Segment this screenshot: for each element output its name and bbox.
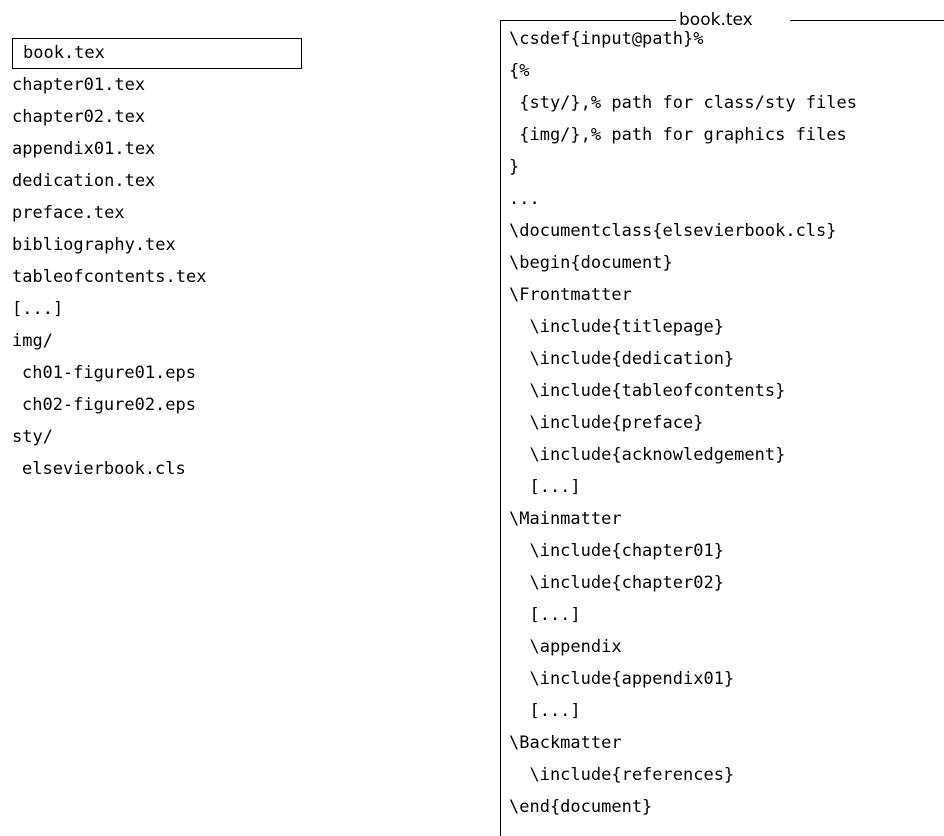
file-tree: book.tex chapter01.tex chapter02.tex app… [12,38,312,485]
code-line: {img/},% path for graphics files [509,125,847,145]
frame-border-top-left [500,20,676,21]
file-item-ch02-figure02-eps[interactable]: ch02-figure02.eps [12,389,312,421]
file-item-bibliography-tex[interactable]: bibliography.tex [12,229,312,261]
code-line: {% [509,61,530,81]
code-line: \begin{document} [509,253,673,273]
code-line: \Backmatter [509,733,622,753]
file-item-appendix01-tex[interactable]: appendix01.tex [12,133,312,165]
code-line: } [509,157,520,177]
code-listing-panel: book.tex \csdef{input@path}% {% {sty/},%… [500,10,944,836]
folder-item-sty[interactable]: sty/ [12,421,312,453]
code-line: \include{appendix01} [509,669,735,689]
file-item-chapter02-tex[interactable]: chapter02.tex [12,101,312,133]
code-line: \include{tableofcontents} [509,381,786,401]
file-item-tableofcontents-tex[interactable]: tableofcontents.tex [12,261,312,293]
frame-border-left [500,20,501,836]
code-body: \csdef{input@path}% {% {sty/},% path for… [509,23,939,823]
code-line: {sty/},% path for class/sty files [509,93,857,113]
code-line: \include{chapter02} [509,573,724,593]
code-line: ... [509,189,540,209]
file-item-book-tex[interactable]: book.tex [12,38,302,69]
code-line: \include{acknowledgement} [509,445,786,465]
code-line: \include{preface} [509,413,704,433]
code-line: \end{document} [509,797,653,817]
code-line: \include{references} [509,765,735,785]
file-item-preface-tex[interactable]: preface.tex [12,197,312,229]
code-line: \include{chapter01} [509,541,724,561]
frame-border-top-right [790,20,944,21]
folder-item-img[interactable]: img/ [12,325,312,357]
code-line: \include{titlepage} [509,317,724,337]
code-line: [...] [509,701,581,721]
file-item-chapter01-tex[interactable]: chapter01.tex [12,69,312,101]
code-line: [...] [509,477,581,497]
code-line: \Frontmatter [509,285,632,305]
code-line: [...] [509,605,581,625]
code-line: \appendix [509,637,622,657]
file-item-dedication-tex[interactable]: dedication.tex [12,165,312,197]
code-line: \include{dedication} [509,349,735,369]
file-item-ellipsis: [...] [12,299,64,319]
code-line: \Mainmatter [509,509,622,529]
file-item-elsevierbook-cls[interactable]: elsevierbook.cls [12,453,312,485]
code-line: \csdef{input@path}% [509,29,704,49]
code-line: \documentclass{elsevierbook.cls} [509,221,837,241]
file-item-ch01-figure01-eps[interactable]: ch01-figure01.eps [12,357,312,389]
